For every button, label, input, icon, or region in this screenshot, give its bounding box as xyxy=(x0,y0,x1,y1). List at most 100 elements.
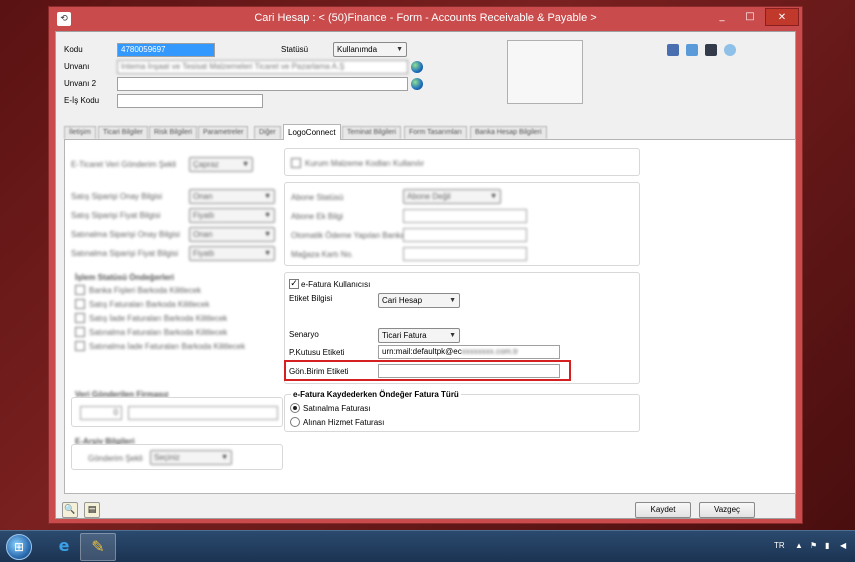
abone-statusu-label: Abone Statüsü xyxy=(291,193,344,202)
logo-app-icon[interactable]: ✎ xyxy=(80,533,116,561)
minimize-button[interactable]: _ xyxy=(709,8,735,26)
pkutusu-value: urn:mail:defaultpk@ec xyxy=(382,347,462,356)
process-checkbox[interactable] xyxy=(75,299,85,309)
language-indicator[interactable]: TR xyxy=(774,541,785,550)
chevron-down-icon: ▼ xyxy=(264,250,271,257)
chevron-down-icon: ▼ xyxy=(264,212,271,219)
senaryo-select[interactable]: Ticari Fatura ▼ xyxy=(378,328,460,343)
tab-diger[interactable]: Diğer xyxy=(254,126,281,139)
status-select[interactable]: Kullanımda ▼ xyxy=(333,42,407,57)
volume-icon[interactable]: ◀ xyxy=(840,541,846,550)
eticaret-value: Çapraz xyxy=(193,160,219,169)
abone-bilgi-label: Abone Ek Bilgi xyxy=(291,212,344,221)
save-button[interactable]: Kaydet xyxy=(635,502,691,518)
chevron-down-icon: ▼ xyxy=(449,297,456,304)
eticaret-label: E-Ticaret Veri Gönderim Şekli xyxy=(71,160,177,169)
order-select[interactable]: Onan ▼ xyxy=(189,227,275,242)
tab-teminat-bilgileri[interactable]: Teminat Bilgileri xyxy=(342,126,402,139)
sender-name-field[interactable] xyxy=(128,406,278,420)
magaza-field[interactable] xyxy=(403,247,527,261)
chevron-down-icon: ▼ xyxy=(242,161,249,168)
tab-banka-hesap-bilgileri[interactable]: Banka Hesap Bilgileri xyxy=(470,126,547,139)
order-label: Satış Siparişi Onay Bilgisi xyxy=(71,192,163,201)
internet-explorer-icon[interactable]: e xyxy=(46,533,82,561)
process-title: İşlem Statüsü Öndeğerleri xyxy=(75,273,175,282)
close-button[interactable]: ✕ xyxy=(765,8,799,26)
eticaret-select[interactable]: Çapraz ▼ xyxy=(189,157,253,172)
pkutusu-blurred: xxxxxxxx.com.tr xyxy=(461,347,519,356)
tab-ticari-bilgiler[interactable]: Ticari Bilgiler xyxy=(98,126,148,139)
order-value: Fiyatlı xyxy=(193,249,215,258)
unvani-field[interactable]: Intema İnşaat ve Tesisat Malzemeleri Tic… xyxy=(117,60,408,74)
order-select[interactable]: Onan ▼ xyxy=(189,189,275,204)
globe-icon[interactable] xyxy=(411,61,423,73)
tab-iletisim[interactable]: İletişim xyxy=(64,126,96,139)
alias-checkbox[interactable] xyxy=(291,158,301,168)
eis-kodu-field[interactable] xyxy=(117,94,263,108)
linkedin-icon[interactable] xyxy=(705,44,717,56)
sender-field[interactable]: 0 xyxy=(80,406,122,420)
photo-box[interactable] xyxy=(507,40,583,104)
earsiv-group: Gönderim Şekli Seçiniz ▼ xyxy=(71,444,283,470)
chevron-down-icon: ▼ xyxy=(264,193,271,200)
etiket-value: Cari Hesap xyxy=(382,296,423,305)
window-title: Cari Hesap : < (50)Finance - Form - Acco… xyxy=(254,12,597,24)
order-select[interactable]: Fiyatlı ▼ xyxy=(189,246,275,261)
tab-logoconnect[interactable]: LogoConnect xyxy=(283,124,341,140)
process-label: Satınalma İade Faturaları Barkoda Kilitl… xyxy=(89,342,246,351)
default-type-group: e-Fatura Kaydederken Öndeğer Fatura Türü… xyxy=(284,390,640,432)
order-value: Onan xyxy=(193,230,213,239)
alias-group: Kurum Malzeme Kodları Kullanılır xyxy=(284,148,640,176)
start-button[interactable]: ⊞ xyxy=(6,534,32,560)
maximize-button[interactable]: □ xyxy=(737,8,763,26)
process-label: Satış İade Faturaları Barkoda Kilitlecek xyxy=(89,314,228,323)
flag-icon[interactable]: ⚑ xyxy=(810,541,817,550)
hizmet-radio[interactable] xyxy=(290,417,300,427)
skype-icon[interactable] xyxy=(724,44,736,56)
gonderim-label: Gönderim Şekli xyxy=(88,454,143,463)
cancel-button[interactable]: Vazgeç xyxy=(699,502,755,518)
process-checkbox[interactable] xyxy=(75,313,85,323)
order-value: Fiyatlı xyxy=(193,211,215,220)
order-value: Onan xyxy=(193,192,213,201)
tab-form-tasarimlari[interactable]: Form Tasarımları xyxy=(404,126,467,139)
unvani2-label: Unvanı 2 xyxy=(64,79,97,88)
unvani-label: Unvanı xyxy=(64,62,90,71)
twitter-icon[interactable] xyxy=(686,44,698,56)
pkutusu-field[interactable]: urn:mail:defaultpk@ecxxxxxxxx.com.tr xyxy=(378,345,560,359)
unvani2-field[interactable] xyxy=(117,77,408,91)
process-checkbox[interactable] xyxy=(75,285,85,295)
magaza-label: Mağaza Kartı No. xyxy=(291,250,354,259)
efatura-checkbox[interactable]: ✓ xyxy=(289,279,299,289)
abone-statusu-select[interactable]: Abone Değil ▼ xyxy=(403,189,501,204)
gonderim-value: Seçiniz xyxy=(154,453,180,462)
network-icon[interactable]: ▮ xyxy=(825,541,829,550)
notes-tool-icon[interactable]: ▤ xyxy=(84,502,100,518)
order-select[interactable]: Fiyatlı ▼ xyxy=(189,208,275,223)
taskbar: ⊞ e ✎ TR ▲ ⚑ ▮ ◀ xyxy=(0,530,855,562)
satinalma-radio[interactable] xyxy=(290,403,300,413)
senaryo-value: Ticari Fatura xyxy=(382,331,427,340)
tab-parametreler[interactable]: Parametreler xyxy=(198,126,249,139)
default-type-title: e-Fatura Kaydederken Öndeğer Fatura Türü xyxy=(291,390,461,399)
hizmet-label: Alınan Hizmet Faturası xyxy=(303,418,385,427)
search-tool-icon[interactable]: 🔍 xyxy=(62,502,78,518)
chevron-down-icon: ▼ xyxy=(449,332,456,339)
status-value: Kullanımda xyxy=(337,45,378,54)
abone-bilgi-field[interactable] xyxy=(403,209,527,223)
otomatik-field[interactable] xyxy=(403,228,527,242)
tab-risk-bilgileri[interactable]: Risk Bilgileri xyxy=(149,126,198,139)
facebook-icon[interactable] xyxy=(667,44,679,56)
chevron-down-icon: ▼ xyxy=(396,46,403,53)
process-checkbox[interactable] xyxy=(75,327,85,337)
process-checkbox[interactable] xyxy=(75,341,85,351)
chevron-down-icon: ▼ xyxy=(264,231,271,238)
senaryo-label: Senaryo xyxy=(289,330,319,339)
gonderim-select[interactable]: Seçiniz ▼ xyxy=(150,450,232,465)
etiket-select[interactable]: Cari Hesap ▼ xyxy=(378,293,460,308)
chevron-up-icon[interactable]: ▲ xyxy=(795,541,803,550)
globe-icon[interactable] xyxy=(411,78,423,90)
sender-group: 0 xyxy=(71,397,283,427)
kodu-field[interactable]: 4780059697 xyxy=(117,43,215,57)
title-bar[interactable]: ⟲ Cari Hesap : < (50)Finance - Form - Ac… xyxy=(49,7,802,31)
